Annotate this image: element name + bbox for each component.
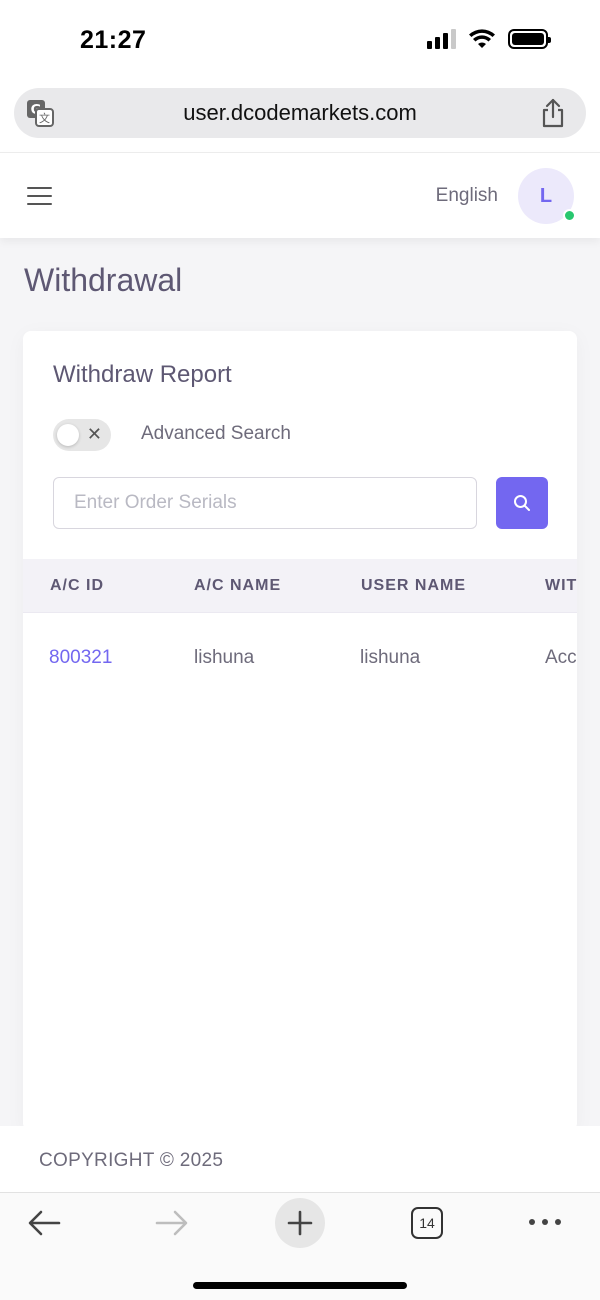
column-header-user-name: USER NAME bbox=[361, 577, 467, 594]
cellular-signal-icon bbox=[427, 29, 456, 49]
footer: COPYRIGHT © 2025 bbox=[0, 1126, 600, 1192]
advanced-search-toggle[interactable]: ✕ bbox=[53, 419, 111, 451]
close-icon: ✕ bbox=[86, 424, 102, 444]
share-icon[interactable] bbox=[540, 98, 566, 128]
status-icons bbox=[427, 28, 551, 50]
table-header: A/C ID A/C NAME USER NAME WIT bbox=[23, 559, 577, 613]
wifi-icon bbox=[469, 29, 495, 48]
column-header-ac-id: A/C ID bbox=[50, 577, 104, 594]
address-bar[interactable]: G 文 user.dcodemarkets.com bbox=[14, 88, 586, 138]
advanced-search-label: Advanced Search bbox=[141, 423, 291, 444]
user-name-cell: lishuna bbox=[360, 647, 421, 668]
language-selector[interactable]: English bbox=[436, 185, 498, 207]
avatar-initial: L bbox=[539, 184, 553, 207]
toggle-knob bbox=[57, 424, 79, 446]
page-title: Withdrawal bbox=[24, 262, 183, 298]
plus-icon bbox=[287, 1210, 313, 1236]
back-arrow-icon[interactable] bbox=[27, 1209, 61, 1237]
card-title: Withdraw Report bbox=[53, 361, 232, 388]
withdraw-cell: Acc bbox=[545, 647, 577, 668]
status-time: 21:27 bbox=[80, 26, 147, 54]
home-indicator[interactable] bbox=[193, 1282, 407, 1289]
column-header-ac-name: A/C NAME bbox=[194, 577, 282, 594]
online-status-dot bbox=[563, 209, 576, 222]
url-text[interactable]: user.dcodemarkets.com bbox=[14, 100, 586, 126]
browser-address-area: G 文 user.dcodemarkets.com bbox=[0, 82, 600, 152]
more-options-icon[interactable] bbox=[528, 1217, 562, 1227]
new-tab-button[interactable] bbox=[275, 1198, 325, 1248]
ac-name-cell: lishuna bbox=[194, 647, 255, 668]
withdraw-report-card: Withdraw Report ✕ Advanced Search A/C ID… bbox=[23, 331, 577, 1131]
order-serials-input[interactable] bbox=[53, 477, 477, 529]
column-header-withdraw: WIT bbox=[545, 577, 577, 594]
search-button[interactable] bbox=[496, 477, 548, 529]
tabs-button[interactable]: 14 bbox=[411, 1207, 443, 1239]
forward-arrow-icon[interactable] bbox=[155, 1209, 189, 1237]
menu-icon[interactable] bbox=[27, 187, 52, 207]
top-navbar: English L bbox=[0, 152, 600, 238]
avatar[interactable]: L bbox=[518, 168, 576, 224]
table-row: 800321 lishuna lishuna Acc bbox=[23, 613, 577, 703]
battery-icon bbox=[508, 29, 551, 49]
ac-id-link[interactable]: 800321 bbox=[49, 647, 112, 669]
search-icon bbox=[514, 495, 530, 511]
copyright-text: COPYRIGHT © 2025 bbox=[39, 1150, 224, 1171]
status-bar: 21:27 bbox=[0, 0, 600, 82]
